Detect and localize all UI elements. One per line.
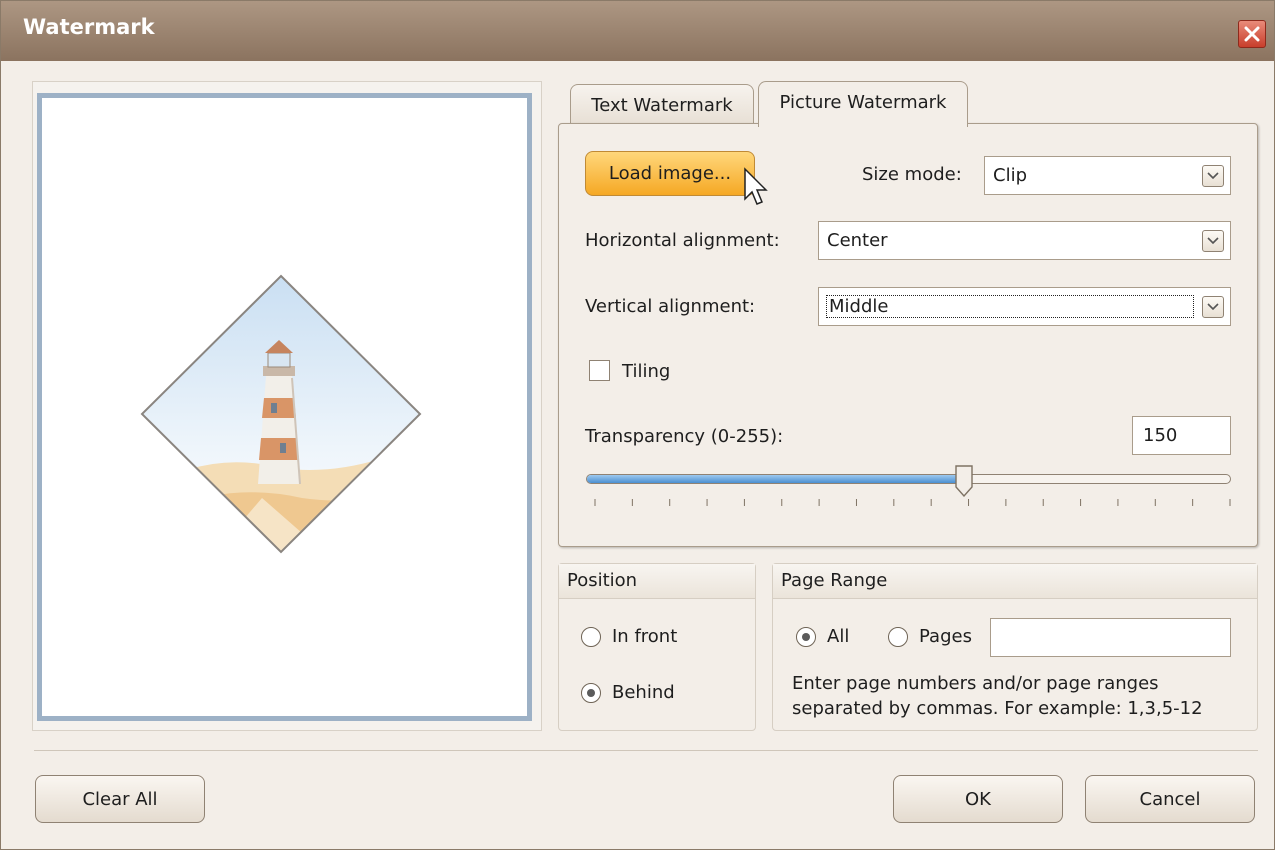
transparency-value: 150 [1143,425,1178,446]
tab-label: Picture Watermark [779,92,947,113]
slider-fill [587,475,965,483]
size-mode-label: Size mode: [862,164,962,185]
load-image-label: Load image... [608,163,732,184]
tab-text-watermark[interactable]: Text Watermark [570,84,754,125]
horizontal-alignment-dropdown-button[interactable] [1202,230,1224,252]
all-pages-radio[interactable] [796,627,816,647]
transparency-slider[interactable] [586,474,1231,484]
window-title: Watermark [23,15,155,39]
close-button[interactable] [1238,20,1266,48]
vertical-alignment-label: Vertical alignment: [585,296,756,317]
radio-selected-dot [587,689,595,697]
page-range-title: Page Range [781,570,888,591]
ok-button[interactable]: OK [893,775,1063,823]
transparency-input[interactable]: 150 [1132,416,1231,455]
chevron-down-icon [1207,172,1219,180]
transparency-label: Transparency (0-255): [585,426,784,447]
behind-label[interactable]: Behind [612,682,675,703]
clear-all-label: Clear All [82,789,158,810]
lighthouse-watermark-image [140,274,422,554]
title-bar[interactable]: Watermark [1,1,1274,61]
size-mode-select[interactable]: Clip [984,156,1231,195]
in-front-radio[interactable] [581,627,601,647]
size-mode-value: Clip [993,165,1027,186]
watermark-dialog: Watermark Text Watermark Picture Waterma… [0,0,1275,850]
mouse-pointer-icon [744,167,768,205]
pages-label[interactable]: Pages [919,626,972,647]
pages-radio[interactable] [888,627,908,647]
position-title: Position [567,570,638,591]
pages-input[interactable] [990,618,1231,657]
page-range-group-title: Page Range [773,564,1257,599]
ok-label: OK [965,789,991,810]
preview-page [37,93,532,721]
tiling-label[interactable]: Tiling [622,361,670,382]
horizontal-alignment-select[interactable]: Center [818,221,1231,260]
chevron-down-icon [1207,303,1219,311]
all-pages-label[interactable]: All [827,626,849,647]
tab-picture-watermark[interactable]: Picture Watermark [758,81,968,127]
cancel-label: Cancel [1139,789,1201,810]
tiling-checkbox[interactable] [589,360,610,381]
cancel-button[interactable]: Cancel [1085,775,1255,823]
position-group-title: Position [559,564,755,599]
close-icon [1244,26,1260,42]
slider-thumb[interactable] [955,465,973,497]
radio-selected-dot [802,633,810,641]
page-range-hint-line2: separated by commas. For example: 1,3,5-… [792,698,1203,719]
slider-ticks [594,499,1231,506]
vertical-alignment-value: Middle [826,295,1194,318]
horizontal-alignment-label: Horizontal alignment: [585,230,780,251]
size-mode-dropdown-button[interactable] [1202,165,1224,187]
tab-label: Text Watermark [591,95,733,116]
load-image-button[interactable]: Load image... [585,151,755,196]
footer-separator [34,750,1258,751]
position-group: Position [558,563,756,731]
chevron-down-icon [1207,237,1219,245]
behind-radio[interactable] [581,683,601,703]
clear-all-button[interactable]: Clear All [35,775,205,823]
vertical-alignment-select[interactable]: Middle [818,287,1231,326]
page-range-hint-line1: Enter page numbers and/or page ranges [792,673,1159,694]
in-front-label[interactable]: In front [612,626,677,647]
horizontal-alignment-value: Center [827,230,888,251]
vertical-alignment-dropdown-button[interactable] [1202,296,1224,318]
